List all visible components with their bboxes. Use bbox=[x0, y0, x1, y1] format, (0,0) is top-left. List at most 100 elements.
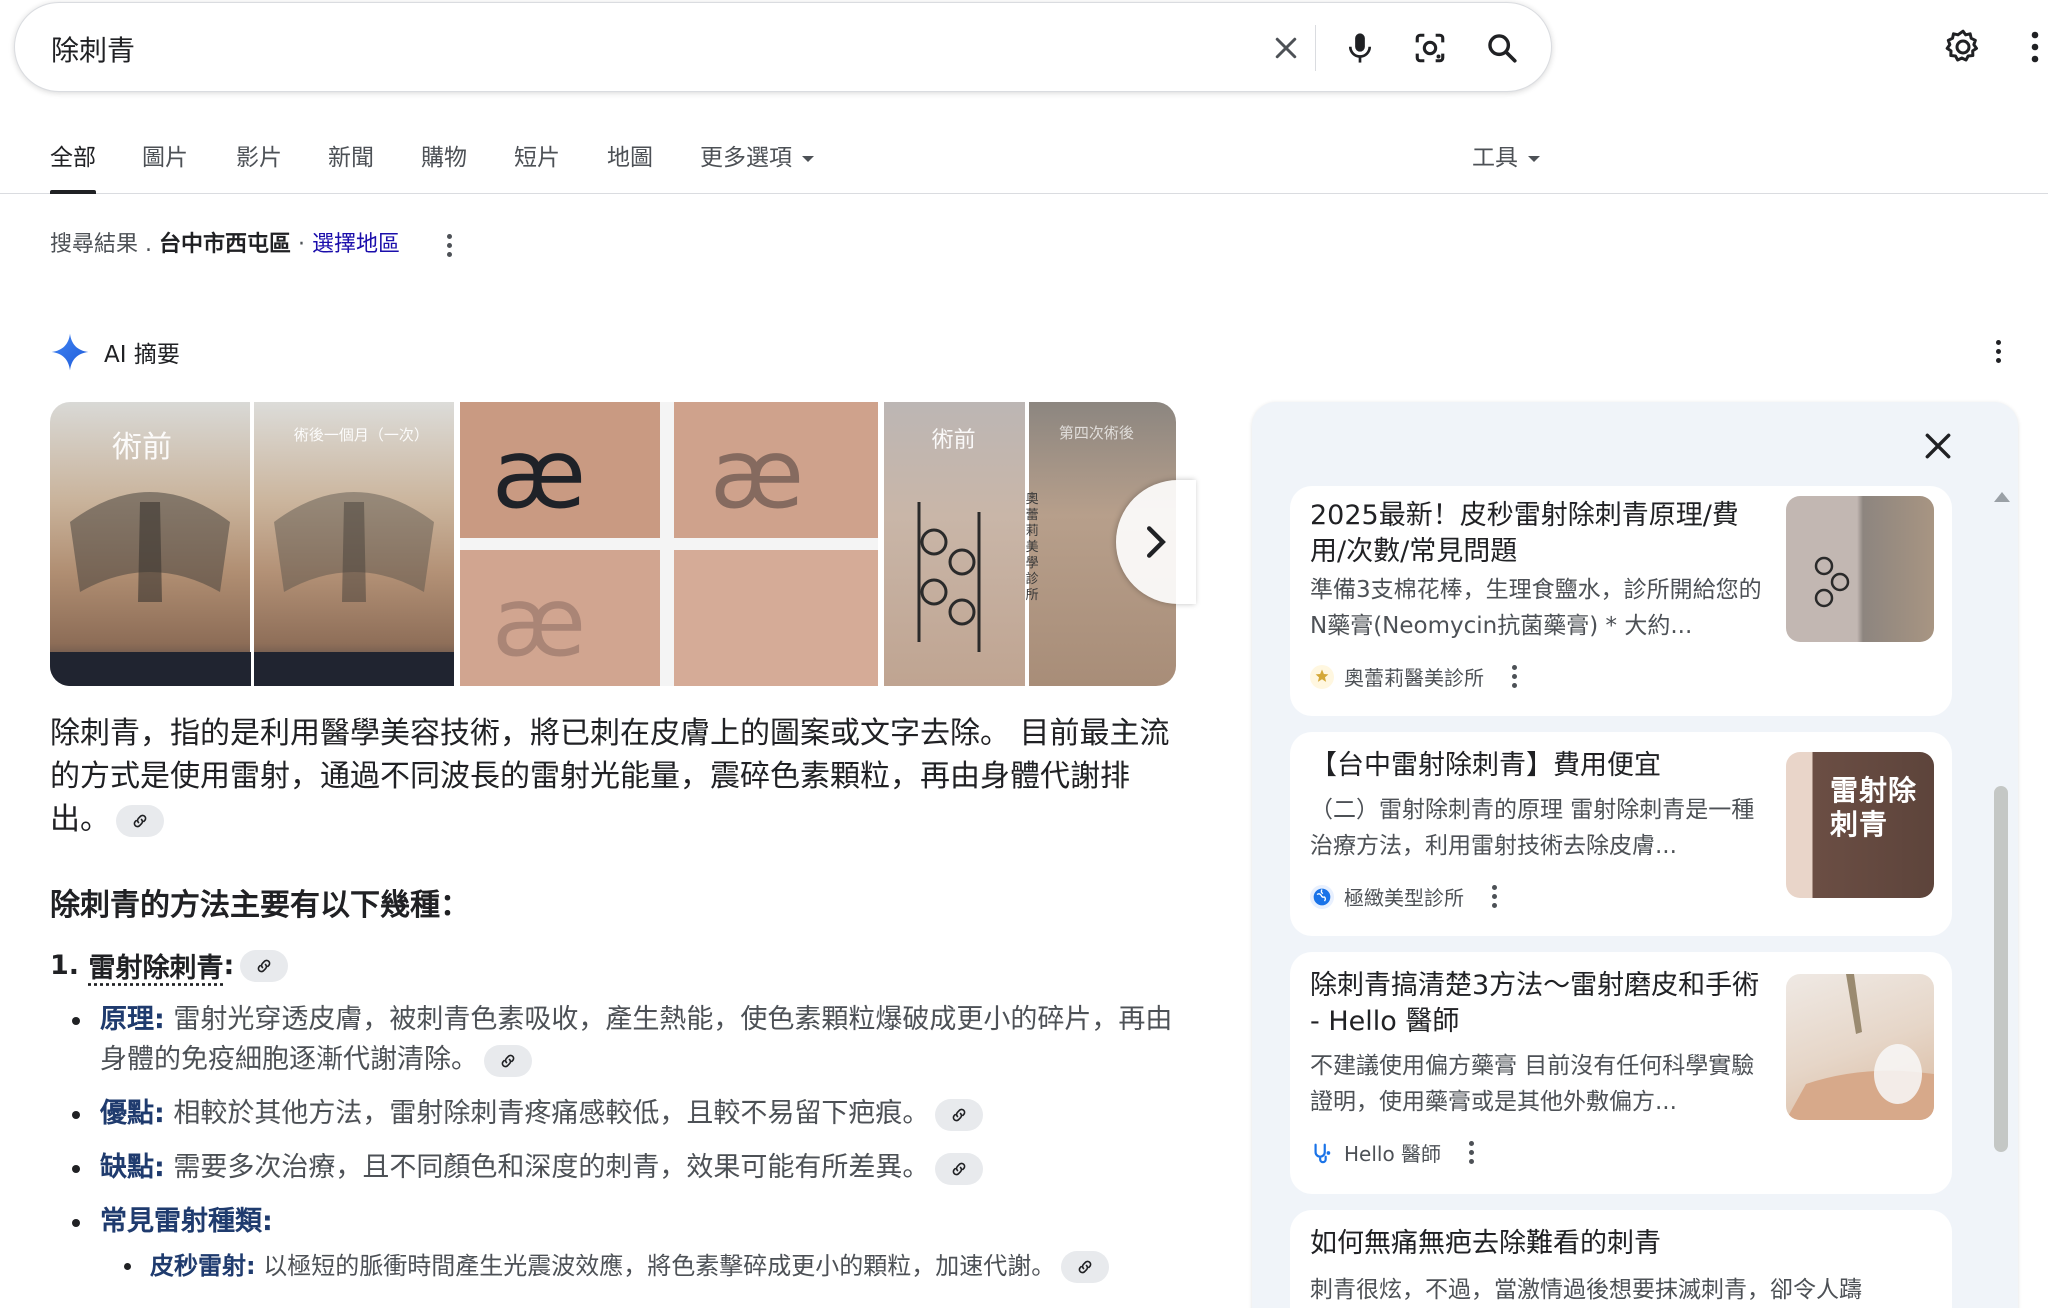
chevron-down-icon bbox=[802, 155, 814, 162]
bullet-label: 常見雷射種類: bbox=[100, 1206, 273, 1237]
tools-label: 工具 bbox=[1472, 145, 1518, 171]
chevron-down-icon bbox=[1528, 155, 1540, 162]
citation-link-icon[interactable] bbox=[935, 1152, 984, 1185]
tab-images[interactable]: 圖片 bbox=[142, 138, 188, 194]
location-separator: · bbox=[298, 232, 313, 257]
search-divider bbox=[1315, 25, 1316, 71]
method1-title[interactable]: 雷射除刺青 bbox=[88, 946, 223, 985]
clear-icon[interactable] bbox=[1265, 27, 1307, 69]
source-snippet: 不建議使用偏方藥膏 目前沒有任何科學實驗證明，使用藥膏或是其他外敷偏方... bbox=[1310, 1053, 1755, 1115]
bullet-label: 優點: bbox=[100, 1098, 165, 1129]
citation-link-icon[interactable] bbox=[240, 949, 289, 982]
panel-scrollbar[interactable] bbox=[1994, 786, 2008, 1152]
search-bar[interactable]: 除刺青 bbox=[14, 2, 1552, 92]
method1-colon: : bbox=[223, 950, 235, 981]
source-title[interactable]: 除刺青搞清楚3方法～雷射磨皮和手術 - Hello 醫師 bbox=[1310, 968, 1770, 1040]
bullet-label: 缺點: bbox=[100, 1152, 165, 1183]
bullet-text: 需要多次治療，且不同顏色和深度的刺青，效果可能有所差異。 bbox=[173, 1152, 930, 1183]
list-item: 原理: 雷射光穿透皮膚，被刺青色素吸收，產生熱能，使色素顆粒爆破成更小的碎片，再… bbox=[62, 1000, 1182, 1080]
sub-bullet-label: 皮秒雷射: bbox=[150, 1252, 256, 1280]
location-more-icon[interactable] bbox=[447, 233, 453, 257]
ai-intro-text: 除刺青，指的是利用醫學美容技術，將已刺在皮膚上的圖案或文字去除。 目前最主流的方… bbox=[50, 716, 1170, 837]
tab-more-label: 更多選項 bbox=[700, 145, 792, 171]
image-label-after-month: 術後一個月（一次） bbox=[293, 426, 429, 444]
choose-area-link[interactable]: 選擇地區 bbox=[312, 232, 400, 257]
ai-overview-header: AI 摘要 bbox=[50, 332, 180, 372]
source-title[interactable]: 2025最新！皮秒雷射除刺青原理/費用/次數/常見問題 bbox=[1310, 498, 1770, 570]
source-thumbnail[interactable] bbox=[1786, 974, 1934, 1120]
sub-bullet-text: 以極短的脈衝時間產生光震波效應，將色素擊碎成更小的顆粒，加速代謝。 bbox=[263, 1252, 1056, 1280]
citation-link-icon[interactable] bbox=[116, 804, 164, 837]
tab-shorts[interactable]: 短片 bbox=[514, 138, 560, 194]
list-item: 常見雷射種類: 皮秒雷射: 以極短的脈衝時間產生光震波效應，將色素擊碎成更小的顆… bbox=[62, 1202, 1182, 1286]
ai-image-strip[interactable]: 術前 術後一個月（一次） æ æ æ 術前 第四次術後 奧蕾莉美學診所 bbox=[50, 402, 1176, 686]
source-title[interactable]: 如何無痛無疤去除難看的刺青 bbox=[1310, 1226, 1930, 1262]
google-lens-icon[interactable] bbox=[1409, 27, 1451, 69]
tab-maps[interactable]: 地圖 bbox=[607, 138, 653, 194]
tab-news[interactable]: 新聞 bbox=[328, 138, 374, 194]
source-site-name: 奧蕾莉醫美診所 bbox=[1344, 666, 1484, 690]
source-card-3[interactable]: 除刺青搞清楚3方法～雷射磨皮和手術 - Hello 醫師 不建議使用偏方藥膏 目… bbox=[1290, 952, 1952, 1194]
bullet-text: 相較於其他方法，雷射除刺青疼痛感較低，且較不易留下疤痕。 bbox=[173, 1098, 930, 1129]
method1-number: 1. bbox=[50, 950, 80, 981]
source-snippet: （二）雷射除刺青的原理 雷射除刺青是一種治療方法，利用雷射技術去除皮膚... bbox=[1310, 797, 1755, 859]
globe-icon bbox=[1310, 884, 1334, 909]
list-item: 優點: 相較於其他方法，雷射除刺青疼痛感較低，且較不易留下疤痕。 bbox=[62, 1094, 1182, 1134]
tab-videos[interactable]: 影片 bbox=[236, 138, 282, 194]
source-site: 極緻美型診所 bbox=[1310, 882, 1497, 911]
tab-more[interactable]: 更多選項 bbox=[700, 138, 814, 194]
source-site: 奧蕾莉醫美診所 bbox=[1310, 662, 1517, 691]
methods-heading: 除刺青的方法主要有以下幾種： bbox=[50, 888, 470, 923]
close-icon bbox=[1925, 433, 1951, 459]
image-label-fourth: 第四次術後 bbox=[1058, 424, 1134, 442]
method1-bullets: 原理: 雷射光穿透皮膚，被刺青色素吸收，產生熱能，使色素顆粒爆破成更小的碎片，再… bbox=[62, 1000, 1182, 1300]
source-more-icon[interactable] bbox=[1469, 1141, 1475, 1164]
source-snippet: 準備3支棉花棒，生理食鹽水，診所開給您的N藥膏(Neomycin抗菌藥膏) * … bbox=[1310, 577, 1762, 639]
chevron-right-icon bbox=[1146, 526, 1166, 558]
source-snippet: 刺青很炫，不過，當激情過後想要抹滅刺青，卻令人躊 bbox=[1310, 1277, 1862, 1303]
ai-overview-title: AI 摘要 bbox=[104, 342, 180, 368]
tab-shopping[interactable]: 購物 bbox=[421, 138, 467, 194]
bullet-text: 雷射光穿透皮膚，被刺青色素吸收，產生熱能，使色素顆粒爆破成更小的碎片，再由身體的… bbox=[100, 1004, 1173, 1075]
source-card-1[interactable]: 2025最新！皮秒雷射除刺青原理/費用/次數/常見問題 準備3支棉花棒，生理食鹽… bbox=[1290, 486, 1952, 716]
close-panel-button[interactable] bbox=[1912, 420, 1964, 472]
source-more-icon[interactable] bbox=[1512, 665, 1517, 688]
source-more-icon[interactable] bbox=[1492, 885, 1497, 908]
search-input[interactable]: 除刺青 bbox=[51, 29, 135, 69]
tab-all[interactable]: 全部 bbox=[50, 138, 96, 194]
scroll-up-arrow-icon[interactable] bbox=[1994, 492, 2010, 502]
image-ae-faded: æ bbox=[709, 418, 805, 530]
stethoscope-icon bbox=[1310, 1140, 1334, 1165]
settings-gear-icon[interactable] bbox=[1940, 24, 1986, 70]
ai-intro: 除刺青，指的是利用醫學美容技術，將已刺在皮膚上的圖案或文字去除。 目前最主流的方… bbox=[50, 712, 1180, 841]
source-site-name: Hello 醫師 bbox=[1344, 1142, 1442, 1166]
location-area: 台中市西屯區 bbox=[159, 232, 292, 257]
citation-link-icon[interactable] bbox=[484, 1044, 532, 1077]
tools-button[interactable]: 工具 bbox=[1472, 138, 1540, 194]
microphone-icon[interactable] bbox=[1339, 27, 1381, 69]
location-prefix: 搜尋結果 bbox=[50, 232, 139, 257]
image-label-before-arm: 術前 bbox=[931, 428, 976, 453]
search-icon[interactable] bbox=[1481, 27, 1523, 69]
image-ae-tattoo-grid[interactable]: æ æ æ bbox=[459, 402, 878, 686]
source-thumbnail[interactable] bbox=[1786, 496, 1934, 642]
image-chest-tattoo[interactable]: 術前 術後一個月（一次） bbox=[50, 402, 454, 686]
image-label-before: 術前 bbox=[112, 430, 172, 465]
source-card-2[interactable]: 【台中雷射除刺青】費用便宜 （二）雷射除刺青的原理 雷射除刺青是一種治療方法，利… bbox=[1290, 732, 1952, 936]
source-card-4[interactable]: 如何無痛無疤去除難看的刺青 刺青很炫，不過，當激情過後想要抹滅刺青，卻令人躊 bbox=[1290, 1210, 1952, 1308]
source-title[interactable]: 【台中雷射除刺青】費用便宜 bbox=[1310, 748, 1770, 784]
apps-grid-icon[interactable] bbox=[2022, 24, 2048, 70]
ai-more-icon[interactable] bbox=[1996, 340, 2001, 363]
image-ae-light: æ bbox=[491, 566, 587, 678]
location-line: 搜尋結果 . 台中市西屯區 · 選擇地區 bbox=[50, 226, 453, 258]
bullet-label: 原理: bbox=[100, 1004, 165, 1035]
site-favicon-icon bbox=[1310, 664, 1334, 689]
method1-heading: 1. 雷射除刺青: bbox=[50, 946, 289, 985]
location-dot: . bbox=[145, 232, 160, 257]
citation-link-icon[interactable] bbox=[1061, 1251, 1110, 1283]
citation-link-icon[interactable] bbox=[935, 1098, 984, 1131]
thumbnail-text: 雷射除刺青 bbox=[1830, 774, 1918, 841]
search-tabs: 全部 圖片 影片 新聞 購物 短片 地圖 更多選項 工具 bbox=[0, 124, 2048, 194]
source-site: Hello 醫師 bbox=[1310, 1138, 1475, 1167]
source-thumbnail[interactable]: 雷射除刺青 bbox=[1786, 752, 1934, 898]
